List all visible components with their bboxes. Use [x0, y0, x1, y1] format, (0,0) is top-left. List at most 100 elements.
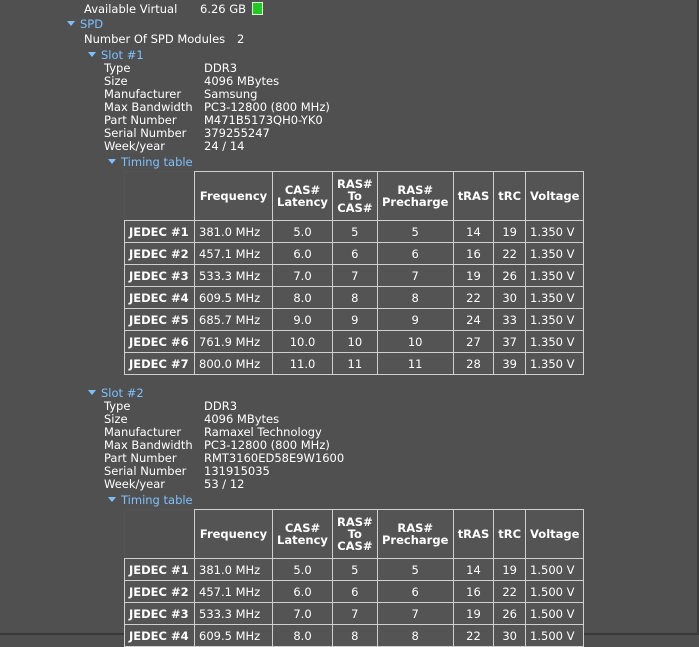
table-row: JEDEC #3 533.3 MHz 7.0 7 7 19 26 1.350 V [124, 264, 585, 287]
expand-arrow-icon[interactable] [108, 497, 116, 502]
row-header: JEDEC #4 [124, 286, 195, 309]
table-cell: 457.1 MHz [194, 242, 273, 265]
header-corner [124, 509, 195, 559]
timing-table-slot-2: Frequency CAS# Latency RAS# To CAS# RAS# Pr… [124, 509, 585, 647]
table-cell: 8 [376, 286, 454, 309]
report-panel: Available Virtual 6.26 GB SPD Number Of … [0, 0, 699, 647]
table-cell: 19 [452, 264, 495, 287]
field-value: 53 / 12 [204, 477, 245, 491]
table-cell: 5 [376, 220, 454, 243]
available-virtual-value: 6.26 GB [200, 2, 247, 16]
column-header: Voltage [525, 509, 585, 559]
column-header: CAS# Latency [272, 171, 333, 221]
table-cell: 14 [452, 558, 495, 581]
column-header: Frequency [194, 171, 273, 221]
table-cell: 8 [332, 624, 378, 647]
table-cell: 8.0 [272, 286, 333, 309]
table-cell: 5 [376, 558, 454, 581]
available-virtual-label: Available Virtual [84, 2, 178, 16]
column-header: RAS# Precharge [376, 509, 454, 559]
tree-node-spd[interactable]: SPD [67, 18, 103, 31]
row-header: JEDEC #6 [124, 330, 195, 353]
header-corner [124, 171, 195, 221]
table-cell: 19 [452, 602, 495, 625]
column-header: Frequency [194, 509, 273, 559]
table-cell: 1.350 V [525, 220, 585, 243]
table-cell: 14 [452, 220, 495, 243]
table-cell: 7.0 [272, 602, 333, 625]
tree-node-timing-table-2[interactable]: Timing table [108, 494, 193, 507]
expand-arrow-icon[interactable] [108, 159, 116, 164]
table-row: JEDEC #2 457.1 MHz 6.0 6 6 16 22 1.500 V [124, 580, 585, 603]
table-cell: 37 [493, 330, 527, 353]
table-cell: 1.350 V [525, 264, 585, 287]
column-header: tRC [493, 509, 527, 559]
table-cell: 6 [376, 580, 454, 603]
table-cell: 27 [452, 330, 495, 353]
row-header: JEDEC #5 [124, 308, 195, 331]
expand-arrow-icon[interactable] [88, 52, 96, 57]
timing-table-slot-1: Frequency CAS# Latency RAS# To CAS# RAS# Pr… [124, 171, 585, 375]
expand-arrow-icon[interactable] [88, 390, 96, 395]
table-cell: 8 [376, 624, 454, 647]
column-header: tRC [493, 171, 527, 221]
expand-arrow-icon[interactable] [67, 21, 75, 26]
timing-table-label: Timing table [121, 155, 193, 169]
slot-label: Slot #1 [101, 48, 144, 62]
table-cell: 11 [332, 352, 378, 375]
table-cell: 39 [493, 352, 527, 375]
table-cell: 10 [376, 330, 454, 353]
table-cell: 19 [493, 220, 527, 243]
available-virtual-row: 6.26 GB [200, 2, 264, 16]
table-cell: 381.0 MHz [194, 558, 273, 581]
table-cell: 1.500 V [525, 580, 585, 603]
column-header: Voltage [525, 171, 585, 221]
timing-table-label: Timing table [121, 493, 193, 507]
table-cell: 8 [332, 286, 378, 309]
tree-node-timing-table-1[interactable]: Timing table [108, 156, 193, 169]
table-cell: 1.350 V [525, 242, 585, 265]
table-cell: 9.0 [272, 308, 333, 331]
table-cell: 9 [332, 308, 378, 331]
table-cell: 10 [332, 330, 378, 353]
row-header: JEDEC #1 [124, 558, 195, 581]
table-cell: 10.0 [272, 330, 333, 353]
table-cell: 6.0 [272, 242, 333, 265]
table-cell: 1.350 V [525, 308, 585, 331]
table-cell: 11 [376, 352, 454, 375]
field-label: Week/year [104, 477, 166, 491]
table-cell: 6.0 [272, 580, 333, 603]
table-cell: 22 [493, 242, 527, 265]
table-cell: 609.5 MHz [194, 286, 273, 309]
table-cell: 8.0 [272, 624, 333, 647]
row-header: JEDEC #3 [124, 264, 195, 287]
column-header: RAS# To CAS# [332, 171, 378, 221]
table-row: JEDEC #1 381.0 MHz 5.0 5 5 14 19 1.500 V [124, 558, 585, 581]
table-cell: 30 [493, 286, 527, 309]
row-header: JEDEC #4 [124, 624, 195, 647]
table-cell: 533.3 MHz [194, 264, 273, 287]
table-cell: 5.0 [272, 220, 333, 243]
table-cell: 5.0 [272, 558, 333, 581]
field-value: 24 / 14 [204, 139, 245, 153]
spd-label: SPD [80, 17, 104, 31]
row-header: JEDEC #1 [124, 220, 195, 243]
table-row: JEDEC #6 761.9 MHz 10.0 10 10 27 37 1.350 V [124, 330, 585, 353]
table-row: JEDEC #4 609.5 MHz 8.0 8 8 22 30 1.500 V [124, 624, 585, 647]
table-row: JEDEC #1 381.0 MHz 5.0 5 5 14 19 1.350 V [124, 220, 585, 243]
table-row: JEDEC #7 800.0 MHz 11.0 11 11 28 39 1.350 V [124, 352, 585, 375]
column-header: tRAS [452, 509, 495, 559]
table-cell: 22 [452, 624, 495, 647]
row-header: JEDEC #2 [124, 580, 195, 603]
table-cell: 7 [376, 602, 454, 625]
table-cell: 1.350 V [525, 352, 585, 375]
table-cell: 6 [332, 580, 378, 603]
column-header: RAS# Precharge [376, 171, 454, 221]
table-cell: 19 [493, 558, 527, 581]
slot-label: Slot #2 [101, 386, 144, 400]
column-header: RAS# To CAS# [332, 509, 378, 559]
row-header: JEDEC #7 [124, 352, 195, 375]
row-header: JEDEC #2 [124, 242, 195, 265]
table-cell: 5 [332, 220, 378, 243]
table-cell: 1.500 V [525, 558, 585, 581]
